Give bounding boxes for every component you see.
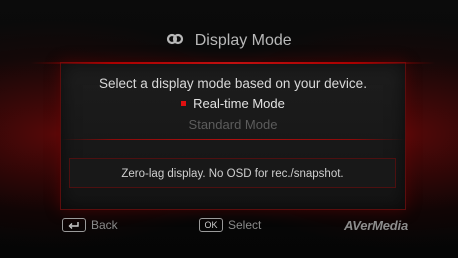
return-arrow-icon <box>62 218 86 232</box>
instruction-text: Select a display mode based on your devi… <box>99 76 367 91</box>
option-real-time-mode[interactable]: Real-time Mode <box>61 96 405 111</box>
panel-top-divider <box>31 62 435 64</box>
footer-bar: Back OK Select AVerMedia <box>0 218 458 238</box>
option-standard-mode[interactable]: Standard Mode <box>61 117 405 132</box>
page-title-row: Display Mode <box>0 32 458 50</box>
selected-bullet-icon <box>181 101 187 107</box>
brand-logo: AVerMedia <box>344 218 408 233</box>
ok-key-icon: OK <box>199 218 223 232</box>
option-label: Standard Mode <box>188 117 278 132</box>
option-label: Real-time Mode <box>193 96 285 111</box>
panel-divider <box>61 139 405 140</box>
display-mode-screen: Display Mode Select a display mode based… <box>0 0 458 258</box>
mode-selection-panel: Select a display mode based on your devi… <box>31 62 435 210</box>
mode-description: Zero-lag display. No OSD for rec./snapsh… <box>69 158 396 188</box>
back-button[interactable]: Back <box>62 218 118 232</box>
select-label: Select <box>228 218 262 232</box>
back-label: Back <box>91 218 118 232</box>
link-rings-icon <box>166 32 184 50</box>
page-title: Display Mode <box>194 32 292 49</box>
select-button[interactable]: OK Select <box>199 218 261 232</box>
